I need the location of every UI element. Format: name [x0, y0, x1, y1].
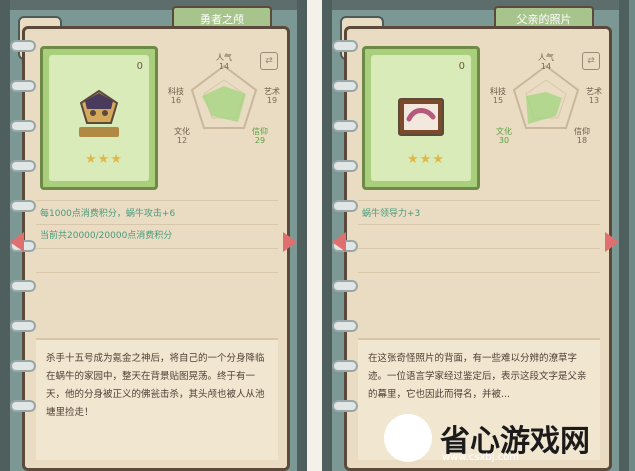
binder-ring	[10, 280, 36, 292]
next-item-arrow-icon[interactable]	[605, 232, 619, 252]
attribute-radar: ⇄ 人气 14 科技 16 艺术 19 文化 12 信仰 29	[160, 46, 288, 186]
radar-value-right: 19	[266, 96, 278, 105]
radar-value-left: 16	[170, 96, 182, 105]
radar-value-bottom-right: 29	[254, 136, 266, 145]
item-count: 0	[136, 61, 143, 72]
frame-rail-left	[322, 0, 332, 471]
binder-ring	[10, 160, 36, 172]
effect-text: 当前共20000/20000点消费积分	[40, 231, 173, 241]
item-card[interactable]: 0 ★★★	[40, 46, 158, 190]
radar-value-right: 13	[588, 96, 600, 105]
effects-list: 每1000点消费积分，蜗牛攻击+6 当前共20000/20000点消费积分	[36, 200, 278, 296]
right-panel: 父亲的照片 0 ★★★ ⇄ 人气 14 科技 15 艺术 13 文化 30 信仰…	[322, 0, 629, 471]
binder-ring	[332, 320, 358, 332]
binder-ring	[10, 200, 36, 212]
frame-rail-right	[619, 0, 629, 471]
panel-divider	[307, 0, 322, 471]
binder-ring	[10, 40, 36, 52]
note-line	[36, 248, 278, 249]
binder-ring	[332, 400, 358, 412]
binder-ring	[10, 360, 36, 372]
binder-ring	[332, 200, 358, 212]
frame-rail-left	[0, 0, 10, 471]
note-line	[358, 272, 600, 273]
radar-value-bottom-left: 12	[176, 136, 188, 145]
radar-value-bottom-left: 30	[498, 136, 510, 145]
binder-ring	[332, 80, 358, 92]
effect-text: 每1000点消费积分，蜗牛攻击+6	[40, 209, 176, 219]
binder-ring	[332, 160, 358, 172]
watermark-url: www.csxbj.com	[442, 452, 520, 463]
attribute-radar: ⇄ 人气 14 科技 15 艺术 13 文化 30 信仰 18	[482, 46, 610, 186]
note-line	[358, 200, 600, 201]
radar-value-left: 15	[492, 96, 504, 105]
radar-value-top: 14	[540, 62, 552, 71]
share-icon[interactable]: ⇄	[260, 52, 278, 70]
frame-rail-right	[297, 0, 307, 471]
binder-ring	[332, 40, 358, 52]
item-card-inner: 0 ★★★	[49, 55, 149, 181]
effect-text: 蜗牛领导力+3	[362, 209, 421, 219]
item-card-inner: 0 ★★★	[371, 55, 471, 181]
photo-frame-icon	[398, 98, 444, 136]
skull-helmet-icon	[79, 89, 119, 137]
note-line	[36, 272, 278, 273]
binder-ring	[332, 360, 358, 372]
item-card[interactable]: 0 ★★★	[362, 46, 480, 190]
next-item-arrow-icon[interactable]	[283, 232, 297, 252]
rarity-stars: ★★★	[407, 152, 445, 167]
binder-ring	[332, 120, 358, 132]
note-line	[36, 224, 278, 225]
item-description: 杀手十五号成为氪金之神后，将自己的一个分身降临在蜗牛的家园中，整天在背景贴图晃荡…	[36, 338, 278, 460]
radar-value-top: 14	[218, 62, 230, 71]
crab-logo-icon	[384, 414, 432, 462]
effects-list: 蜗牛领导力+3	[358, 200, 600, 296]
item-description-text: 在这张奇怪照片的背面，有一些难以分辨的潦草字迹。一位语言学家经过鉴定后，表示这段…	[368, 353, 587, 400]
rarity-stars: ★★★	[85, 152, 123, 167]
binder-ring	[10, 80, 36, 92]
left-panel: 勇者之颅 0 ★★★ ⇄ 人气 14 科技 16 艺术 19 文化 12 信仰 …	[0, 0, 307, 471]
share-icon[interactable]: ⇄	[582, 52, 600, 70]
note-line	[36, 200, 278, 201]
binder-ring	[10, 320, 36, 332]
binder-ring	[10, 400, 36, 412]
binder-ring	[10, 120, 36, 132]
item-count: 0	[458, 61, 465, 72]
watermark: 省心游戏网 www.csxbj.com	[384, 404, 624, 464]
note-line	[358, 248, 600, 249]
radar-value-bottom-right: 18	[576, 136, 588, 145]
item-description-text: 杀手十五号成为氪金之神后，将自己的一个分身降临在蜗牛的家园中，整天在背景贴图晃荡…	[46, 353, 265, 418]
note-line	[358, 224, 600, 225]
binder-ring	[332, 280, 358, 292]
